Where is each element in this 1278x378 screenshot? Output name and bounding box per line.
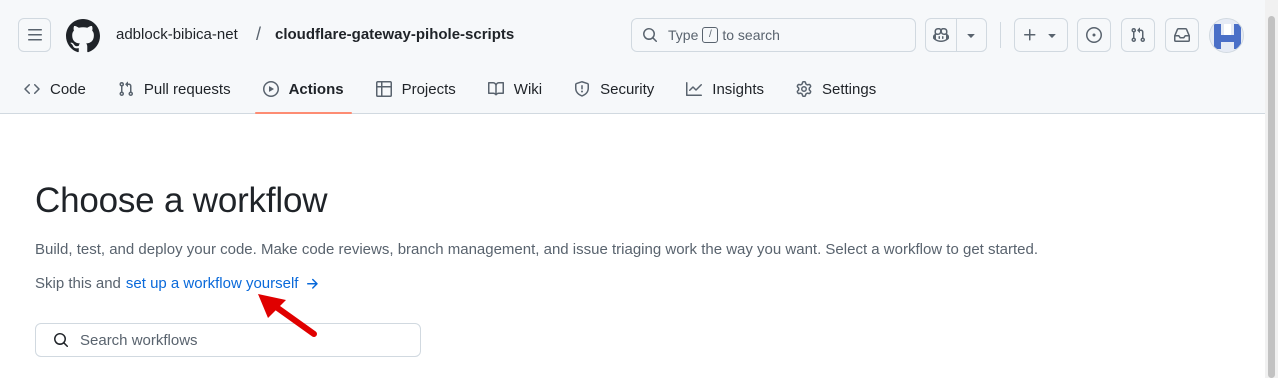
tab-code[interactable]: Code (16, 70, 94, 108)
inbox-icon (1174, 28, 1190, 42)
repo-header: adblock-bibica-net / cloudflare-gateway-… (0, 0, 1265, 114)
tab-label: Pull requests (143, 80, 231, 98)
tab-pull-requests[interactable]: Pull requests (110, 70, 239, 108)
tab-label: Wiki (513, 80, 543, 98)
tab-label: Insights (712, 80, 764, 98)
tab-security[interactable]: Security (566, 70, 662, 108)
user-avatar[interactable] (1209, 18, 1244, 53)
red-annotation-arrow-icon (258, 294, 317, 337)
copilot-button[interactable] (926, 19, 957, 51)
page-title: Choose a workflow (35, 181, 328, 220)
page-description: Build, test, and deploy your code. Make … (35, 241, 1039, 258)
global-search-input[interactable]: Type / to search (631, 18, 916, 52)
vertical-scrollbar[interactable] (1265, 0, 1278, 378)
search-icon (643, 28, 658, 43)
tab-settings[interactable]: Settings (788, 70, 884, 108)
tab-label: Settings (822, 80, 877, 98)
triangle-down-icon (967, 34, 975, 38)
scrollbar-thumb[interactable] (1268, 16, 1275, 378)
triangle-down-icon (1048, 34, 1056, 38)
copilot-dropdown-button[interactable] (957, 19, 987, 51)
code-icon (24, 83, 40, 95)
plus-icon (1024, 29, 1036, 41)
tab-label: Security (600, 80, 655, 98)
github-logo-icon[interactable] (66, 19, 100, 53)
repo-tabs: Code Pull requests Actions Projects Wiki… (16, 70, 900, 114)
shield-icon (575, 81, 590, 97)
menu-button[interactable] (18, 18, 51, 52)
breadcrumb-repo[interactable]: cloudflare-gateway-pihole-scripts (275, 26, 514, 43)
search-shortcut-key: / (702, 27, 719, 43)
play-icon (262, 81, 279, 97)
copilot-button-group (925, 18, 987, 52)
tab-actions[interactable]: Actions (254, 70, 352, 114)
search-placeholder-suffix: to search (722, 27, 780, 43)
tab-insights[interactable]: Insights (678, 70, 772, 108)
git-pull-request-icon (119, 81, 133, 97)
issue-opened-icon (1086, 27, 1102, 43)
search-workflows-field[interactable] (35, 323, 421, 357)
copilot-icon (932, 27, 949, 43)
table-icon (375, 81, 392, 97)
your-pull-requests-button[interactable] (1121, 18, 1155, 52)
gear-icon (796, 81, 812, 97)
skip-prefix: Skip this and (35, 275, 121, 292)
breadcrumb-separator: / (256, 24, 262, 44)
breadcrumb-owner[interactable]: adblock-bibica-net (116, 26, 238, 43)
hamburger-menu-icon (27, 29, 42, 41)
tab-wiki[interactable]: Wiki (480, 70, 550, 108)
tab-label: Projects (401, 80, 456, 98)
git-pull-request-icon (1131, 27, 1146, 43)
graph-icon (686, 82, 703, 96)
your-issues-button[interactable] (1077, 18, 1111, 52)
search-placeholder-prefix: Type (668, 27, 699, 43)
search-workflows-input[interactable] (80, 331, 400, 349)
tab-label: Code (50, 80, 86, 98)
book-icon (487, 81, 504, 96)
search-icon (54, 333, 69, 348)
create-new-button[interactable] (1014, 18, 1068, 52)
tab-projects[interactable]: Projects (368, 70, 464, 108)
notifications-button[interactable] (1165, 18, 1199, 52)
avatar-image (1210, 19, 1243, 52)
search-placeholder: Type / to search (668, 27, 780, 43)
tab-label: Actions (288, 80, 344, 98)
header-divider (1000, 22, 1001, 48)
